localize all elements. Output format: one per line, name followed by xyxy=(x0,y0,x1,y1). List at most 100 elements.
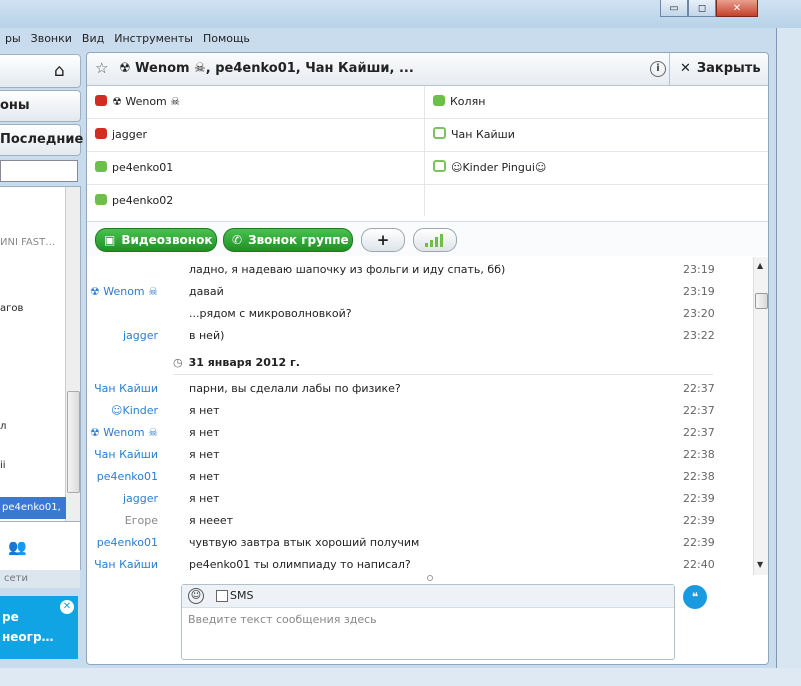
promo-close-icon[interactable]: ✕ xyxy=(60,600,74,614)
participant[interactable]: Колян xyxy=(425,86,768,119)
menu-item-help[interactable]: Помощь xyxy=(198,30,255,48)
message-time: 23:20 xyxy=(683,307,715,320)
scrollbar-thumb[interactable] xyxy=(67,391,80,493)
video-call-button[interactable]: ▣ Видеозвонок xyxy=(95,228,217,252)
message-composer[interactable]: ☺ SMS Введите текст сообщения здесь xyxy=(181,584,675,660)
info-icon[interactable]: i xyxy=(650,61,666,77)
add-contact-icon[interactable]: 👥 xyxy=(8,538,27,556)
participant-name: Колян xyxy=(450,95,486,108)
message-time: 22:37 xyxy=(683,404,715,417)
restore-button[interactable]: ◻ xyxy=(688,0,716,17)
window-titlebar: ▭ ◻ ✕ xyxy=(0,0,801,28)
video-call-label: Видеозвонок xyxy=(121,233,213,247)
busy-status-icon xyxy=(95,95,107,106)
menu-item-view[interactable]: Вид xyxy=(77,30,109,48)
phone-icon: ✆ xyxy=(232,233,243,247)
message-author[interactable]: ☢ Wenom ☠ xyxy=(90,422,158,444)
recent-tab[interactable]: Последние xyxy=(0,124,83,156)
list-item-selected[interactable]: pe4enko01, … xyxy=(0,497,66,535)
chat-bubble-icon: ❝ xyxy=(691,590,699,604)
clock-icon: ◷ xyxy=(173,356,183,369)
message-author[interactable]: pe4enko01 xyxy=(97,466,158,488)
promo-line-1: ре xyxy=(2,610,19,624)
call-actions: ▣ Видеозвонок ✆ Звонок группе + xyxy=(87,221,768,256)
conversation-header: ☆ ☢ Wenom ☠, pe4enko01, Чан Кайши, ... i… xyxy=(87,53,768,86)
message-text: давай xyxy=(189,285,224,298)
message-time: 22:39 xyxy=(683,514,715,527)
resize-grip[interactable] xyxy=(427,575,433,581)
participant-name: pe4enko02 xyxy=(112,194,174,207)
list-item[interactable]: агов xyxy=(0,303,23,314)
message-author[interactable]: ☺Kinder xyxy=(111,400,158,422)
participant-name: jagger xyxy=(112,128,148,141)
left-scrollbar[interactable] xyxy=(65,187,80,521)
close-conversation-button[interactable]: ✕ Закрыть xyxy=(669,53,769,85)
send-button[interactable]: ❝ xyxy=(683,585,707,609)
chat-message: Чан Кайши я нет 22:38 xyxy=(87,444,753,466)
message-author[interactable]: jagger xyxy=(123,488,158,510)
contacts-tab[interactable]: оны xyxy=(0,90,81,122)
sms-checkbox[interactable] xyxy=(216,590,228,602)
scroll-down-icon[interactable]: ▼ xyxy=(757,560,763,569)
message-time: 22:38 xyxy=(683,470,715,483)
add-button[interactable]: + xyxy=(361,228,405,252)
close-window-button[interactable]: ✕ xyxy=(716,0,758,17)
participant[interactable]: pe4enko02 xyxy=(87,185,424,217)
message-author[interactable]: ☢ Wenom ☠ xyxy=(90,281,158,303)
message-text: pe4enko01 ты олимпиаду то написал? xyxy=(189,558,411,571)
message-time: 23:22 xyxy=(683,329,715,342)
participant[interactable]: jagger xyxy=(87,119,424,152)
participant[interactable]: pe4enko01 xyxy=(87,152,424,185)
message-author[interactable]: Чан Кайши xyxy=(94,554,158,576)
message-time: 22:40 xyxy=(683,558,715,571)
chat-message: pe4enko01 чувтвую завтра втык хороший пол… xyxy=(87,532,753,554)
search-input[interactable] xyxy=(0,160,78,182)
message-text: ...рядом с микроволновкой? xyxy=(189,307,352,320)
close-label: Закрыть xyxy=(696,61,761,76)
chat-message: ...рядом с микроволновкой? 23:20 xyxy=(87,303,753,325)
menu-item-contacts[interactable]: ры xyxy=(0,30,26,48)
message-text: я нет xyxy=(189,492,220,505)
menu-item-calls[interactable]: Звонки xyxy=(26,30,77,48)
participant[interactable]: Чан Кайши xyxy=(425,119,768,152)
message-input[interactable]: Введите текст сообщения здесь xyxy=(188,613,377,626)
menu-item-tools[interactable]: Инструменты xyxy=(109,30,198,48)
date-separator: ◷ 31 января 2012 г. xyxy=(173,352,713,375)
message-author[interactable]: Чан Кайши xyxy=(94,378,158,400)
message-time: 22:37 xyxy=(683,426,715,439)
participant[interactable]: ☺Kinder Pingui☺ xyxy=(425,152,768,185)
message-author[interactable]: Егоре xyxy=(125,510,158,532)
message-author[interactable]: pe4enko01 xyxy=(97,532,158,554)
message-time: 23:19 xyxy=(683,263,715,276)
participant[interactable]: ☢ Wenom ☠ xyxy=(87,86,424,119)
participants-grid: ☢ Wenom ☠ jagger pe4enko01 pe4enko02 Кол… xyxy=(87,86,768,216)
chat-history: ладно, я надеваю шапочку из фольги и иду… xyxy=(87,257,768,577)
sms-label: SMS xyxy=(230,589,254,602)
conversation-panel: ☆ ☢ Wenom ☠, pe4enko01, Чан Кайши, ... i… xyxy=(86,52,769,665)
add-contact-area: 👥 xyxy=(0,522,81,570)
recent-list: ИNI FAST… агов л іі xyxy=(0,186,81,522)
list-item[interactable]: л xyxy=(0,421,6,432)
emoticon-icon[interactable]: ☺ xyxy=(188,588,204,604)
message-time: 22:37 xyxy=(683,382,715,395)
list-item[interactable]: іі xyxy=(0,460,6,471)
message-author[interactable]: jagger xyxy=(123,325,158,347)
scroll-up-icon[interactable]: ▲ xyxy=(757,261,763,270)
minimize-button[interactable]: ▭ xyxy=(660,0,688,17)
star-icon[interactable]: ☆ xyxy=(95,59,108,77)
scrollbar-thumb[interactable] xyxy=(755,293,768,309)
promo-line-2: неогр… xyxy=(2,630,54,644)
offline-status-icon xyxy=(433,127,446,139)
online-status-icon xyxy=(95,161,107,172)
call-quality-button[interactable] xyxy=(413,228,457,252)
list-item[interactable]: ИNI FAST… xyxy=(0,237,55,248)
message-time: 23:19 xyxy=(683,285,715,298)
conversation-title: ☢ Wenom ☠, pe4enko01, Чан Кайши, ... xyxy=(119,61,414,76)
group-call-button[interactable]: ✆ Звонок группе xyxy=(223,228,353,252)
signal-bars-icon xyxy=(425,234,443,247)
chat-scrollbar[interactable]: ▲ ▼ xyxy=(753,257,768,575)
message-author[interactable]: Чан Кайши xyxy=(94,444,158,466)
desktop-bottom xyxy=(0,668,801,686)
promo-banner[interactable]: ре неогр… ✕ xyxy=(0,596,78,659)
home-button[interactable]: ⌂ xyxy=(0,54,81,88)
